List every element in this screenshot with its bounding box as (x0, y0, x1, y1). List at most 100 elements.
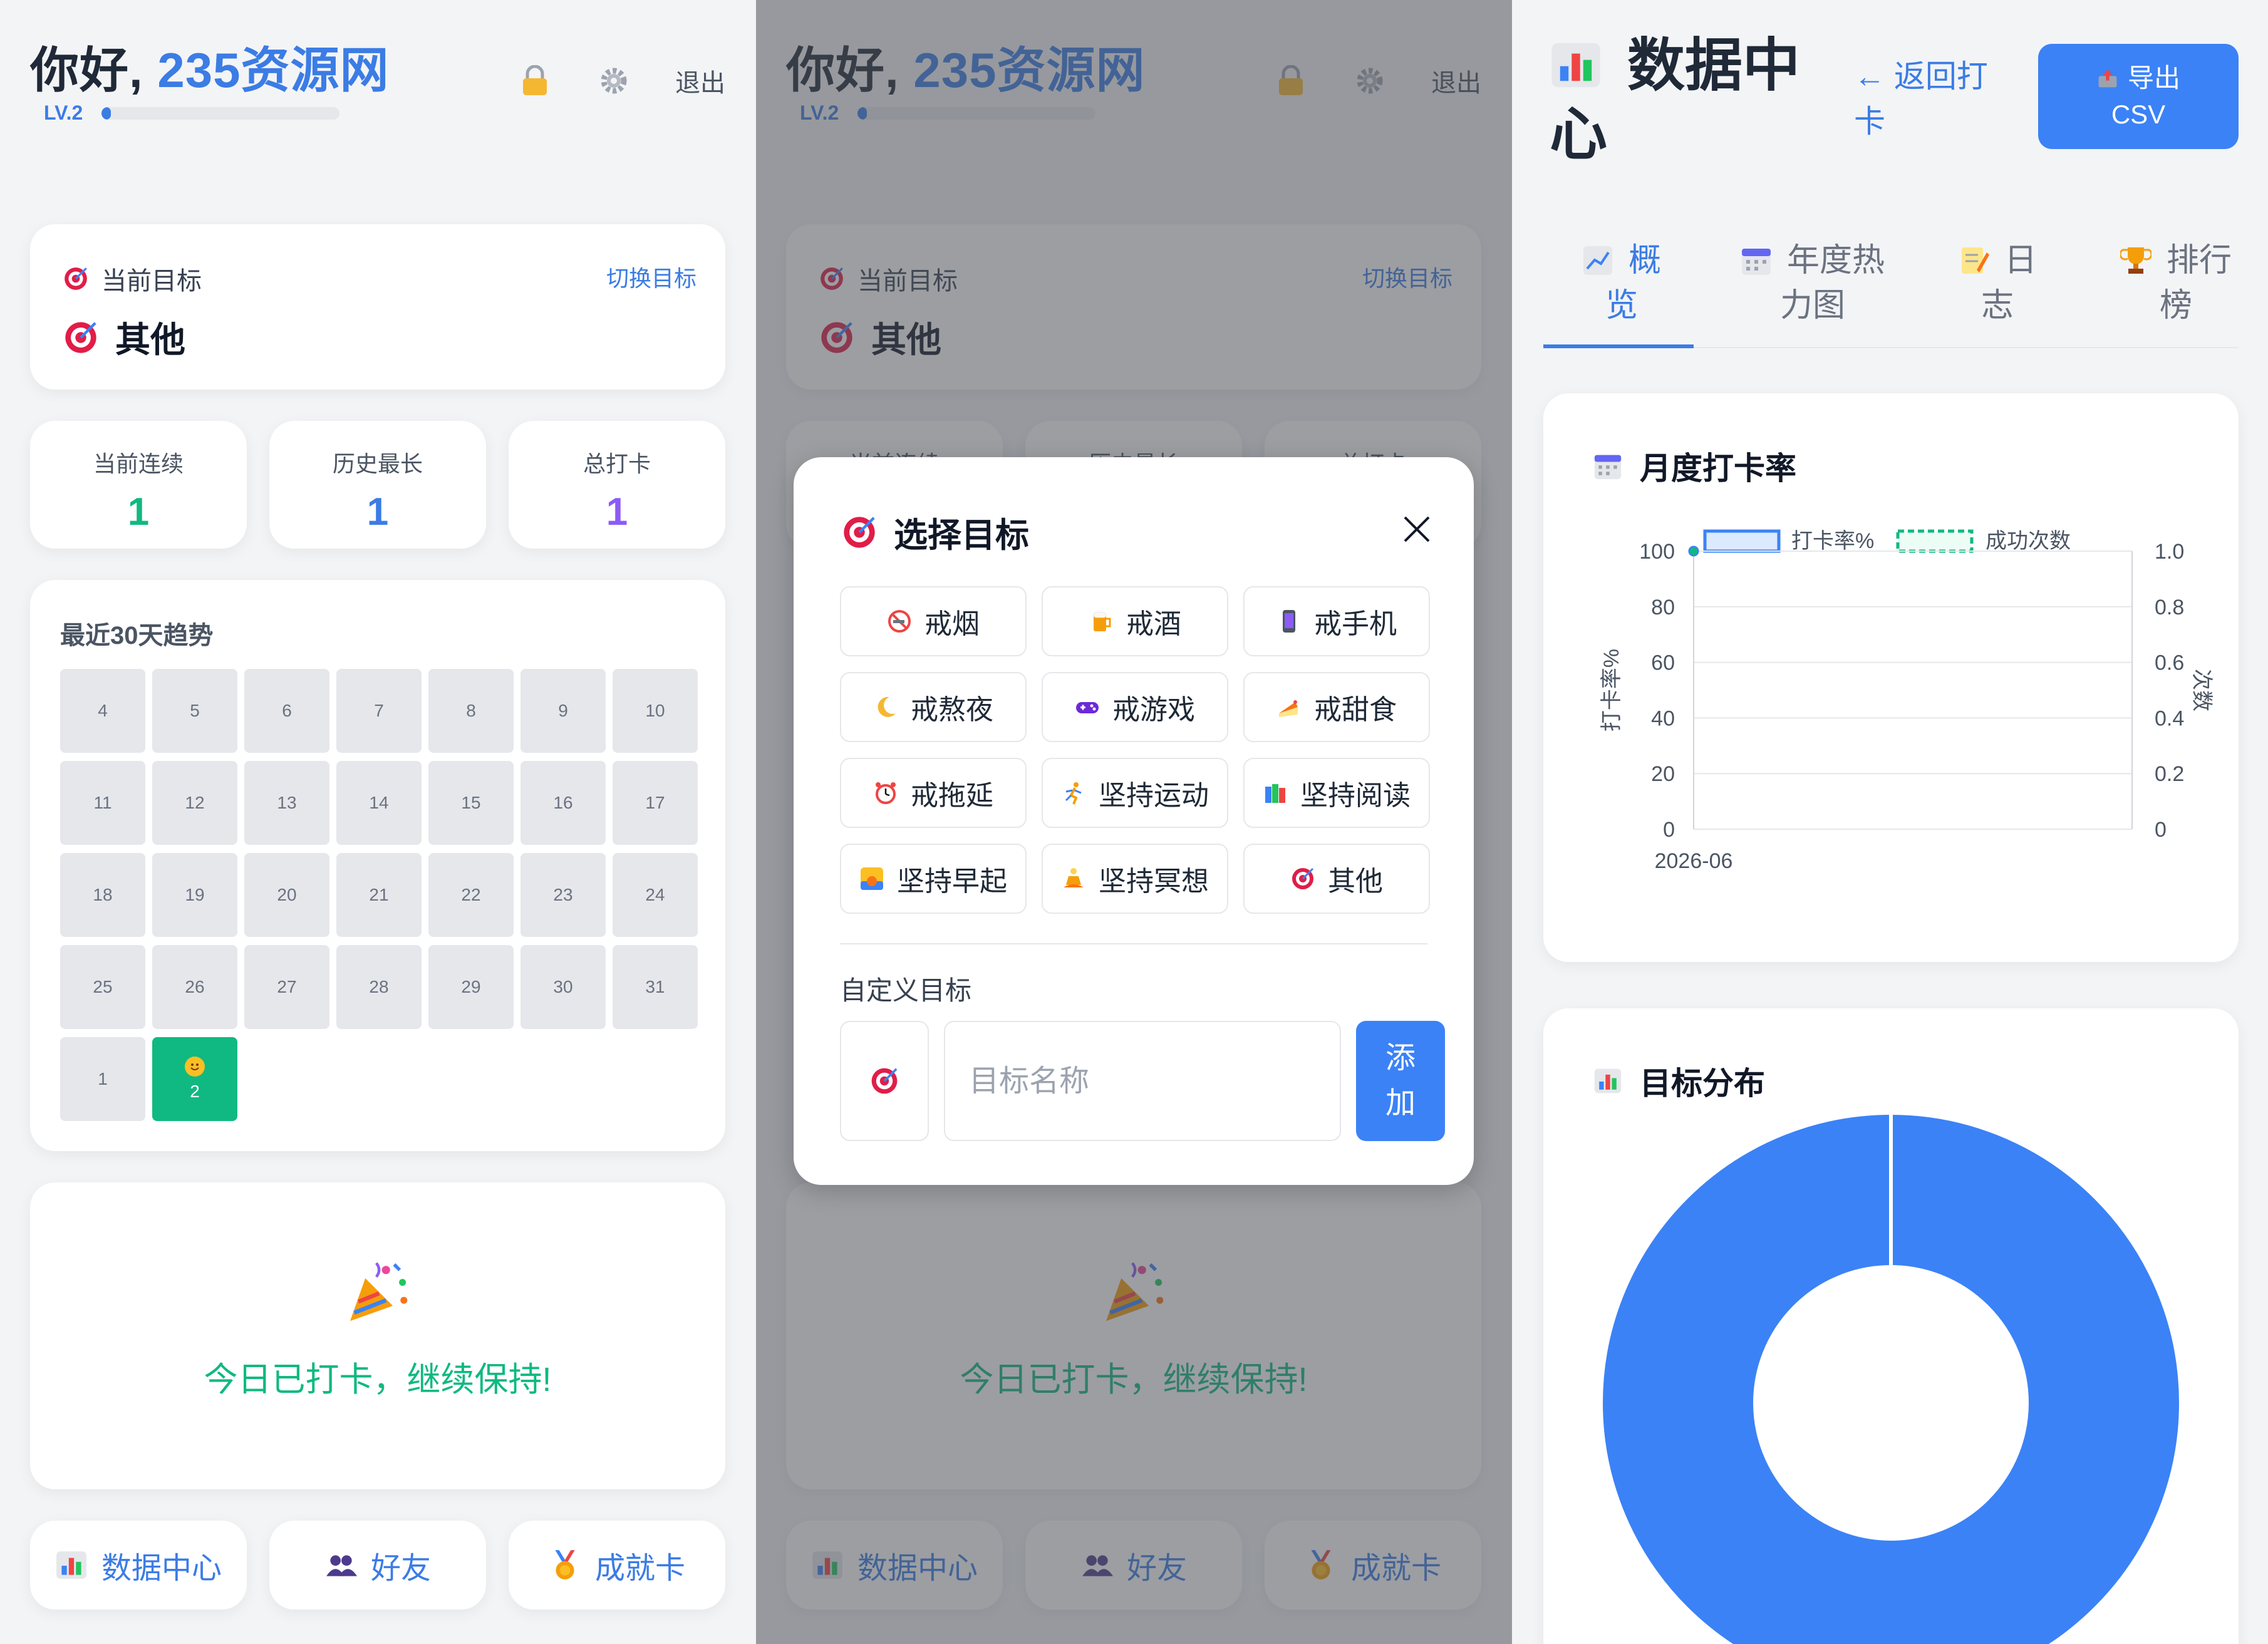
calendar-day: 31 (613, 945, 698, 1029)
goal-options-grid: 戒烟 戒酒 戒手机戒熬夜 戒游戏 戒甜食戒拖延 坚持运动 坚持阅读坚持早起 坚持冥想 其他 (840, 586, 1430, 914)
goal-option-button[interactable]: 戒烟 (840, 586, 1027, 656)
calendar-day-number: 28 (369, 977, 389, 996)
goal-option-button[interactable]: 戒熬夜 (840, 672, 1027, 742)
goal-distribution-card: 目标分布 (1543, 1008, 2239, 1644)
calendar-day: 30 (520, 945, 606, 1029)
y-tick-label: 60 (1651, 651, 1675, 675)
calendar-day-number: 31 (645, 977, 665, 996)
target-icon (65, 267, 87, 290)
calendar-day: 21 (336, 853, 422, 937)
tab-overview[interactable]: 概览 (1581, 238, 1662, 328)
y-tick-label: 20 (1651, 762, 1675, 786)
calendar-day: 18 (60, 853, 145, 937)
y-tick-label: 100 (1639, 540, 1675, 564)
export-csv-button[interactable]: 导出 CSV (2038, 44, 2239, 149)
level-row: LV.2 (44, 101, 340, 125)
memo-icon (1958, 243, 1989, 274)
goal-option-button[interactable]: 戒手机 (1243, 586, 1430, 656)
calendar-day-number: 2 (190, 1082, 200, 1101)
calendar-day-number: 9 (558, 701, 568, 720)
alarm-clock-icon (876, 782, 896, 804)
goal-option-button[interactable]: 坚持冥想 (1042, 844, 1228, 914)
calendar-day-number: 23 (553, 885, 573, 904)
y2-tick-label: 0 (2155, 818, 2167, 842)
achievement-card-button[interactable]: 成就卡 (509, 1521, 725, 1610)
calendar-day: 9 (520, 669, 606, 753)
legend-swatch-count (1896, 529, 1974, 553)
goal-name-input[interactable] (944, 1021, 1341, 1141)
goal-option-button[interactable]: 坚持阅读 (1243, 758, 1430, 828)
goal-option-button[interactable]: 坚持早起 (840, 844, 1027, 914)
target-icon (871, 1068, 898, 1094)
calendar-day: 14 (336, 761, 422, 845)
calendar-day: 16 (520, 761, 606, 845)
tab-leaderboard[interactable]: 排行榜 (2113, 238, 2239, 328)
goal-select-modal: 选择目标 戒烟 戒酒 戒手机戒熬夜 戒游戏 戒甜食戒拖延 坚持运动 坚持阅读坚持早起 坚持冥想… (794, 457, 1474, 1185)
add-goal-button[interactable]: 添加 (1356, 1021, 1445, 1141)
back-to-checkin-link[interactable]: ← 返回打卡 (1854, 54, 1998, 144)
stat-longest-streak: 历史最长 1 (269, 421, 486, 549)
current-goal-name: 其他 (63, 312, 185, 363)
calendar-day-number: 27 (277, 977, 297, 996)
calendar-day-number: 1 (98, 1069, 108, 1088)
goal-option-button[interactable]: 戒拖延 (840, 758, 1027, 828)
tab-heatmap[interactable]: 年度热力图 (1737, 238, 1888, 328)
calendar-day-number: 6 (282, 701, 292, 720)
calendar-day: 25 (60, 945, 145, 1029)
goal-option-button[interactable]: 戒酒 (1042, 586, 1228, 656)
calendar-day: 6 (244, 669, 329, 753)
calendar-day-number: 21 (369, 885, 389, 904)
y2-tick-label: 0.2 (2155, 762, 2184, 786)
close-icon[interactable] (1401, 514, 1432, 545)
tab-log[interactable]: 日志 (1957, 238, 2038, 328)
gear-icon[interactable] (596, 63, 631, 98)
calendar-day-number: 26 (185, 977, 205, 996)
level-progress-bar (101, 106, 340, 120)
header: 你好, 235资源网 LV.2 退出 (30, 31, 725, 132)
data-point-count (1690, 547, 1697, 555)
goal-option-button[interactable]: 戒甜食 (1243, 672, 1430, 742)
checkin-status-card: 今日已打卡，继续保持! (30, 1182, 725, 1489)
monthly-rate-card: 月度打卡率 打卡率% 成功次数 0 20 40 60 80 100 0 0.2 0.4 0.6 0.8 1… (1543, 393, 2239, 962)
lock-icon[interactable] (517, 63, 552, 98)
y2-tick-label: 0.4 (2155, 706, 2184, 730)
current-goal-label: 当前目标 (63, 261, 202, 297)
goal-option-label: 戒熬夜 (911, 695, 993, 725)
calendar-day: 7 (336, 669, 422, 753)
calendar-day: 2 (152, 1037, 237, 1121)
calendar-day-number: 16 (553, 793, 573, 812)
goal-option-button[interactable]: 其他 (1243, 844, 1430, 914)
y-tick-label: 80 (1651, 596, 1675, 619)
calendar-day: 5 (152, 669, 237, 753)
stat-total-checkins: 总打卡 1 (509, 421, 725, 549)
trend-calendar: 4 5 6 7 8 9 10 11 12 13 14 15 16 17 18 19 20 21 22 23 24 25 26… (60, 669, 698, 1121)
emoji-picker-button[interactable] (840, 1021, 929, 1141)
calendar-day: 17 (613, 761, 698, 845)
legend-label-count: 成功次数 (1986, 529, 2071, 553)
modal-title: 选择目标 (841, 507, 1029, 557)
switch-goal-link[interactable]: 切换目标 (606, 261, 696, 293)
calendar-day: 24 (613, 853, 698, 937)
header-actions: 退出 (517, 63, 725, 99)
logout-button[interactable]: 退出 (675, 63, 725, 99)
friends-button[interactable]: 好友 (269, 1521, 486, 1610)
target-icon (844, 516, 875, 548)
calendar-day-number: 11 (93, 793, 112, 812)
party-popper-icon (350, 1262, 408, 1321)
goal-option-label: 戒酒 (1126, 609, 1181, 639)
outbox-icon (2098, 69, 2117, 88)
no-smoking-icon (888, 610, 911, 633)
data-center-button[interactable]: 数据中心 (30, 1521, 247, 1610)
goal-option-button[interactable]: 坚持运动 (1042, 758, 1228, 828)
custom-goal-label: 自定义目标 (840, 976, 972, 1005)
goal-option-label: 戒甜食 (1314, 695, 1397, 725)
divider (840, 943, 1427, 944)
checkin-status-message: 今日已打卡，继续保持! (204, 1361, 552, 1398)
goal-option-label: 坚持早起 (897, 866, 1007, 897)
calendar-day-number: 7 (374, 701, 384, 720)
goal-option-button[interactable]: 戒游戏 (1042, 672, 1228, 742)
x-tick-label: 2026-06 (1655, 849, 1733, 873)
calendar-day-number: 4 (98, 701, 108, 720)
calendar-day: 23 (520, 853, 606, 937)
calendar-day: 11 (60, 761, 145, 845)
